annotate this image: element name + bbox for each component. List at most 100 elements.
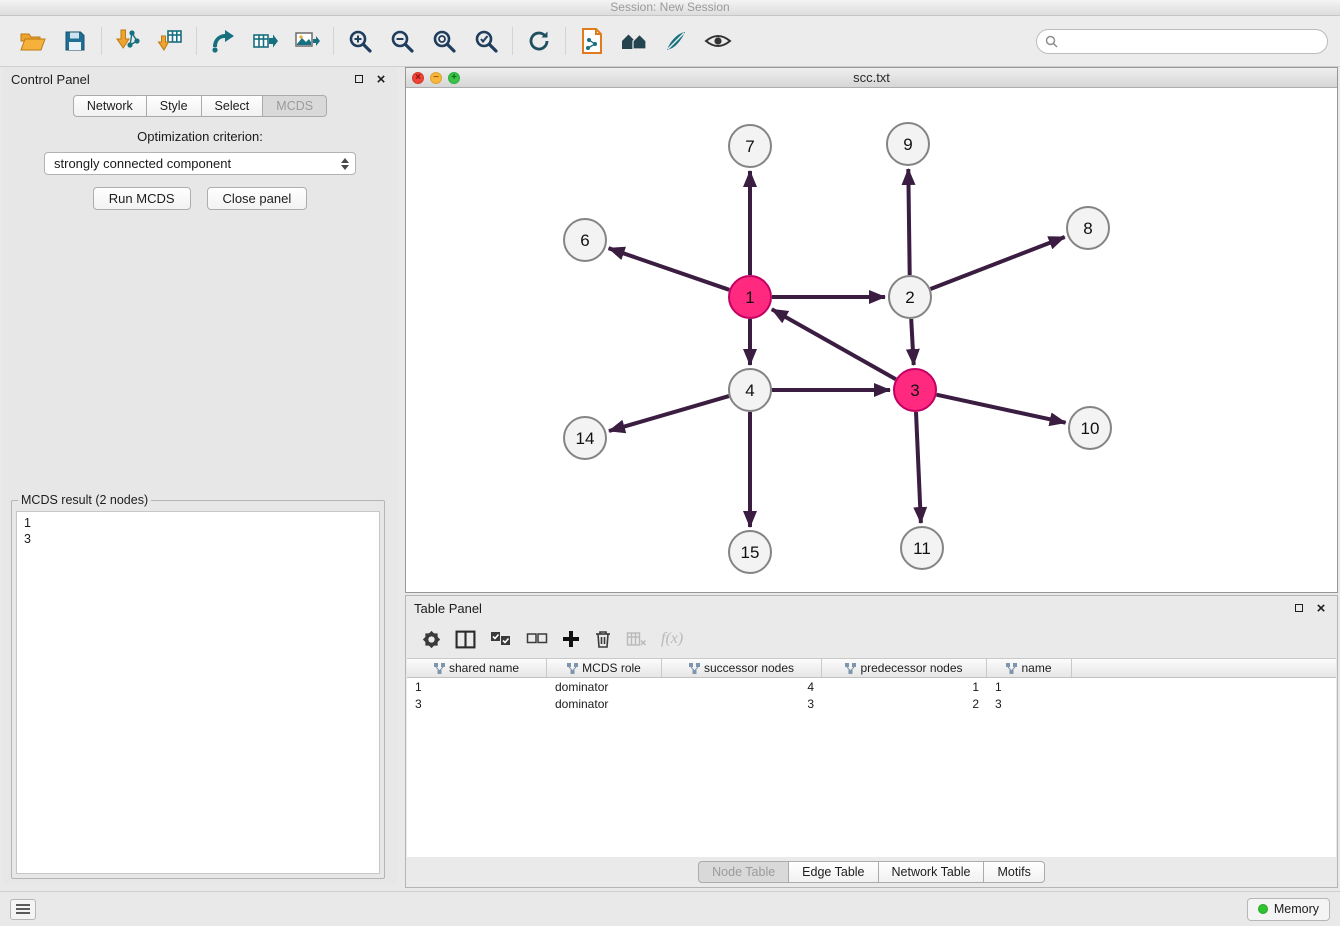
graph-node-label: 2 — [905, 288, 914, 307]
window-title: Session: New Session — [0, 0, 1340, 16]
graph-node-label: 14 — [576, 429, 595, 448]
search-input[interactable] — [1063, 33, 1319, 49]
zoom-selected-button[interactable] — [465, 22, 507, 60]
zoom-fit-button[interactable] — [423, 22, 465, 60]
column-header-shared-name[interactable]: shared name — [407, 659, 547, 677]
toolbar-separator — [196, 27, 197, 55]
graph-node-label: 4 — [745, 381, 754, 400]
toolbar-separator — [101, 27, 102, 55]
memory-label: Memory — [1274, 902, 1319, 916]
select-all-button[interactable] — [490, 626, 512, 652]
deselect-all-icon — [526, 631, 548, 647]
tab-network-table[interactable]: Network Table — [879, 861, 985, 883]
column-type-icon — [434, 663, 445, 674]
graph-edge-3-11[interactable] — [916, 412, 921, 523]
command-panel-button[interactable] — [10, 899, 36, 920]
network-canvas-svg[interactable]: 7968124314101511 — [406, 88, 1337, 592]
column-header-mcds-role[interactable]: MCDS role — [547, 659, 662, 677]
graph-node-label: 15 — [741, 543, 760, 562]
minimize-window-icon[interactable]: − — [430, 72, 442, 84]
function-builder-button[interactable]: f(x) — [661, 626, 683, 652]
delete-column-button[interactable] — [594, 626, 612, 652]
first-neighbors-button[interactable] — [613, 22, 655, 60]
deselect-all-button[interactable] — [526, 626, 548, 652]
column-header-name[interactable]: name — [987, 659, 1072, 677]
apply-layout-button[interactable] — [518, 22, 560, 60]
save-session-button[interactable] — [54, 22, 96, 60]
column-header-label: successor nodes — [704, 661, 794, 675]
column-header-predecessor-nodes[interactable]: predecessor nodes — [822, 659, 987, 677]
import-network-file-button[interactable] — [107, 22, 149, 60]
graph-node-label: 1 — [745, 288, 754, 307]
column-header-label: MCDS role — [582, 661, 641, 675]
maximize-window-icon[interactable]: + — [448, 72, 460, 84]
graph-edge-2-3[interactable] — [911, 319, 914, 365]
toolbar-separator — [333, 27, 334, 55]
tab-mcds[interactable]: MCDS — [263, 95, 327, 117]
trash-icon — [594, 629, 612, 649]
table-body: 1dominator4113dominator323 — [407, 678, 1336, 857]
zoom-in-button[interactable] — [339, 22, 381, 60]
export-network-button[interactable] — [202, 22, 244, 60]
table-settings-button[interactable] — [422, 626, 441, 652]
close-table-panel-icon[interactable]: × — [1313, 600, 1329, 616]
tab-network[interactable]: Network — [73, 95, 147, 117]
export-image-button[interactable] — [286, 22, 328, 60]
import-table-file-button[interactable] — [149, 22, 191, 60]
graph-edge-2-9[interactable] — [908, 169, 909, 275]
close-panel-icon[interactable]: × — [373, 71, 389, 87]
eye-icon — [704, 32, 732, 50]
graph-edge-1-6[interactable] — [609, 248, 730, 290]
refresh-icon — [527, 29, 551, 53]
toolbar-separator — [512, 27, 513, 55]
table-cell: 3 — [662, 697, 822, 711]
tab-motifs[interactable]: Motifs — [984, 861, 1044, 883]
criterion-select[interactable]: strongly connected component — [44, 152, 356, 175]
clone-network-button[interactable] — [571, 22, 613, 60]
graph-edge-3-1[interactable] — [772, 309, 896, 379]
optimization-criterion-label: Optimization criterion: — [3, 129, 397, 144]
graph-edge-4-14[interactable] — [609, 396, 729, 431]
graph-node-label: 11 — [913, 539, 931, 558]
table-cell: 1 — [407, 680, 547, 694]
table-cell: 1 — [822, 680, 987, 694]
tab-style[interactable]: Style — [147, 95, 202, 117]
mcds-result-list[interactable]: 13 — [16, 511, 380, 874]
tab-edge-table[interactable]: Edge Table — [789, 861, 878, 883]
graph-edge-3-10[interactable] — [937, 395, 1066, 423]
table-cell: dominator — [547, 697, 662, 711]
delete-table-button[interactable] — [626, 626, 647, 652]
zoom-fit-icon — [432, 29, 456, 53]
main-toolbar — [0, 16, 1340, 67]
graph-node-label: 7 — [745, 137, 754, 156]
table-panel: Table Panel × — [405, 595, 1338, 888]
run-mcds-button[interactable]: Run MCDS — [93, 187, 191, 210]
import-network-icon — [115, 28, 141, 54]
open-session-button[interactable] — [12, 22, 54, 60]
zoom-selected-icon — [474, 29, 498, 53]
zoom-out-button[interactable] — [381, 22, 423, 60]
column-browser-button[interactable] — [455, 626, 476, 652]
style-preview-button[interactable] — [655, 22, 697, 60]
export-table-button[interactable] — [244, 22, 286, 60]
table-row[interactable]: 3dominator323 — [407, 695, 1336, 712]
column-header-successor-nodes[interactable]: successor nodes — [662, 659, 822, 677]
graph-node-label: 8 — [1083, 219, 1092, 238]
document-network-icon — [581, 28, 603, 54]
table-header-row: shared name MCDS role successor nodes prede… — [407, 659, 1336, 678]
show-hide-button[interactable] — [697, 22, 739, 60]
add-column-button[interactable] — [562, 626, 580, 652]
close-window-icon[interactable]: × — [412, 72, 424, 84]
tab-node-table[interactable]: Node Table — [698, 861, 789, 883]
export-image-icon — [294, 29, 320, 53]
float-table-panel-icon[interactable] — [1291, 600, 1307, 616]
memory-button[interactable]: Memory — [1247, 898, 1330, 921]
tab-select[interactable]: Select — [202, 95, 264, 117]
graph-edge-2-8[interactable] — [931, 237, 1065, 289]
float-panel-icon[interactable] — [351, 71, 367, 87]
table-row[interactable]: 1dominator411 — [407, 678, 1336, 695]
close-panel-button[interactable]: Close panel — [207, 187, 308, 210]
dropdown-arrows-icon — [341, 158, 351, 170]
search-icon — [1045, 35, 1058, 48]
gear-icon — [422, 630, 441, 649]
